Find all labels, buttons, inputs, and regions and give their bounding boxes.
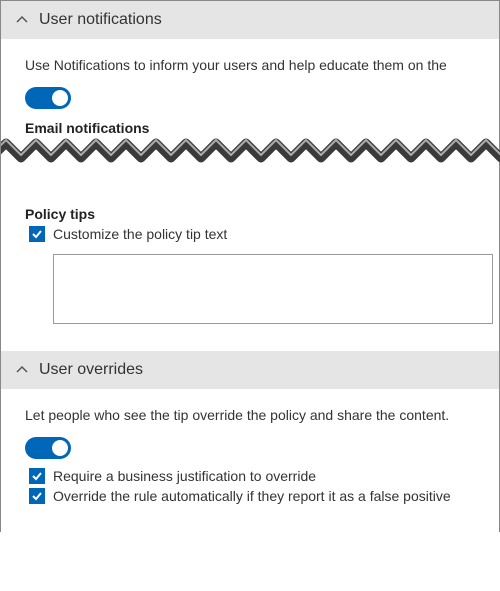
chevron-up-icon [15,363,29,377]
require-justification-label: Require a business justification to over… [53,468,316,484]
customize-tip-checkbox-row: Customize the policy tip text [25,226,483,242]
false-positive-checkbox[interactable] [29,488,45,504]
overrides-toggle[interactable] [25,437,71,459]
section-body-notifications: Use Notifications to inform your users a… [1,39,499,351]
chevron-up-icon [15,13,29,27]
section-header-notifications[interactable]: User notifications [1,1,499,39]
notifications-description: Use Notifications to inform your users a… [25,57,483,73]
require-justification-row: Require a business justification to over… [25,468,483,484]
toggle-knob [52,440,68,456]
customize-tip-checkbox[interactable] [29,226,45,242]
require-justification-checkbox[interactable] [29,468,45,484]
false-positive-row: Override the rule automatically if they … [25,488,483,504]
policy-tip-text-input[interactable] [53,254,493,324]
content-truncation-indicator [1,136,500,166]
notifications-toggle[interactable] [25,87,71,109]
overrides-description: Let people who see the tip override the … [25,407,483,423]
section-title-notifications: User notifications [39,11,162,29]
policy-tips-label: Policy tips [25,206,483,222]
toggle-knob [52,90,68,106]
section-body-overrides: Let people who see the tip override the … [1,389,499,532]
email-notifications-label: Email notifications [25,120,483,136]
customize-tip-label: Customize the policy tip text [53,226,227,242]
false-positive-label: Override the rule automatically if they … [53,488,451,504]
section-title-overrides: User overrides [39,361,143,379]
section-header-overrides[interactable]: User overrides [1,351,499,389]
